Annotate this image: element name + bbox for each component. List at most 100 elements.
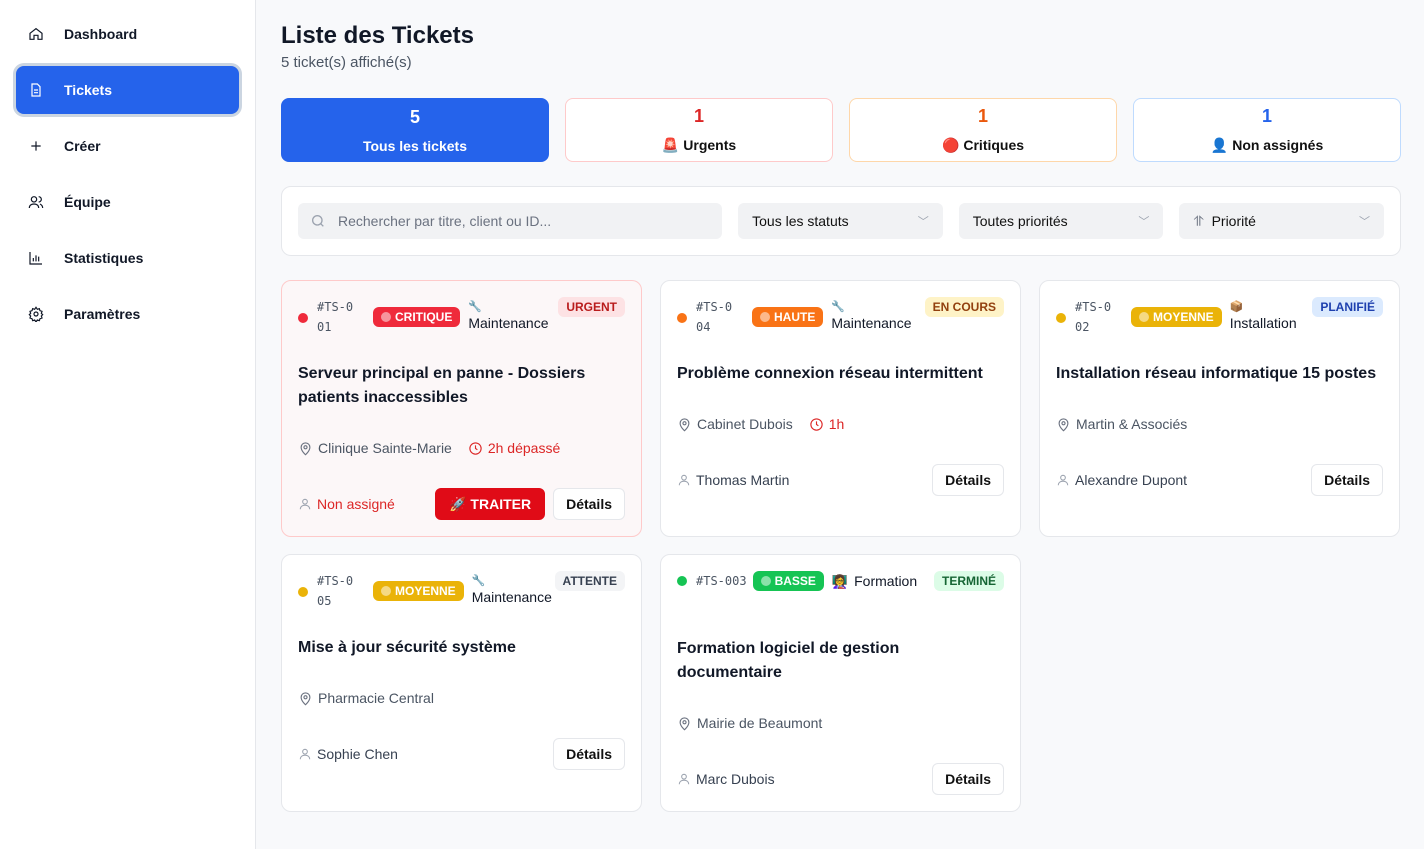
- ticket-footer: Sophie Chen Détails: [298, 738, 625, 770]
- category-icon: 🔧: [471, 575, 486, 587]
- priority-label: BASSE: [774, 574, 816, 588]
- user-icon: [678, 773, 690, 785]
- ticket-title: Serveur principal en panne - Dossiers pa…: [298, 365, 586, 406]
- ticket-header: #TS-004 HAUTE 🔧 Maintenance EN COURS: [677, 297, 1004, 337]
- assignee-name: Thomas Martin: [696, 472, 790, 488]
- priority-filter-select[interactable]: Toutes priorités ﹀: [958, 203, 1164, 239]
- stat-card-critical[interactable]: 1 🔴 Critiques: [849, 98, 1117, 162]
- sidebar-item-paramètres[interactable]: Paramètres: [16, 290, 239, 338]
- ticket-footer: Alexandre Dupont Détails: [1056, 464, 1383, 496]
- search-input[interactable]: Rechercher par titre, client ou ID...: [298, 203, 723, 239]
- client: Martin & Associés: [1056, 416, 1187, 432]
- stat-emoji-icon: 👤: [1210, 137, 1229, 153]
- sidebar-item-label: Équipe: [64, 194, 111, 210]
- priority-badge: CRITIQUE: [373, 307, 461, 327]
- page-title: Liste des Tickets: [281, 22, 474, 49]
- assignee-name: Sophie Chen: [317, 746, 398, 762]
- status-badge: ATTENTE: [554, 571, 625, 591]
- users-icon: [28, 196, 44, 209]
- stats-row: 5 Tous les tickets 1 🚨 Urgents 1 🔴 Critiques 1 👤 N…: [281, 98, 1401, 162]
- status-filter-select[interactable]: Tous les statuts ﹀: [738, 203, 943, 239]
- details-button[interactable]: Détails: [1311, 464, 1383, 496]
- details-button[interactable]: Détails: [553, 738, 625, 770]
- assignee: Alexandre Dupont: [1056, 472, 1311, 488]
- ticket-category: 🔧 Maintenance: [468, 297, 548, 333]
- status-badge: TERMINÉ: [934, 571, 1004, 591]
- priority-circle-icon: [760, 576, 771, 586]
- stat-card-urgent[interactable]: 1 🚨 Urgents: [565, 98, 833, 162]
- ticket-id: #TS-004: [696, 300, 733, 334]
- location-pin-icon: [1058, 417, 1069, 431]
- ticket-category: 👩‍🏫 Formation: [832, 571, 917, 592]
- user-icon: [299, 748, 311, 760]
- category-label: Formation: [854, 572, 918, 589]
- location-pin-icon: [300, 441, 311, 455]
- stat-count: 5: [409, 106, 420, 127]
- status-badge: PLANIFIÉ: [1312, 297, 1383, 317]
- client-name: Pharmacie Central: [318, 690, 434, 706]
- sidebar: Dashboard Tickets Créer Équipe Statistiques P…: [0, 0, 256, 849]
- details-button[interactable]: Détails: [932, 464, 1004, 496]
- sidebar-item-statistiques[interactable]: Statistiques: [16, 234, 239, 282]
- ticket-meta: Cabinet Dubois 1h: [677, 416, 1004, 432]
- ticket-card[interactable]: #TS-004 HAUTE 🔧 Maintenance EN COURS Prob…: [660, 280, 1021, 537]
- sidebar-item-créer[interactable]: Créer: [16, 122, 239, 170]
- filter-bar: Rechercher par titre, client ou ID... To…: [281, 186, 1401, 256]
- priority-circle-icon: [381, 312, 391, 322]
- sidebar-item-équipe[interactable]: Équipe: [16, 178, 239, 226]
- client-name: Cabinet Dubois: [697, 416, 793, 432]
- search-icon: [312, 215, 324, 227]
- status-badge: EN COURS: [924, 297, 1004, 317]
- details-button[interactable]: Détails: [553, 488, 625, 520]
- home-icon: [29, 27, 43, 40]
- ticket-meta: Martin & Associés: [1056, 416, 1383, 432]
- ticket-card[interactable]: #TS-001 CRITIQUE 🔧 Maintenance URGENT Ser…: [281, 280, 642, 537]
- ticket-card[interactable]: #TS-003 BASSE 👩‍🏫 Formation TERMINÉ Forma…: [660, 554, 1021, 812]
- priority-dot: [677, 313, 687, 323]
- client-name: Clinique Sainte-Marie: [318, 440, 452, 456]
- stat-label: Non assignés: [1232, 137, 1324, 153]
- sla-text: 1h: [828, 416, 845, 432]
- client-name: Martin & Associés: [1076, 416, 1188, 432]
- user-icon: [299, 498, 311, 510]
- chevron-down-icon: ﹀: [1138, 216, 1150, 228]
- client: Cabinet Dubois: [677, 416, 793, 432]
- sla: 1h: [809, 416, 845, 432]
- priority-badge: MOYENNE: [373, 581, 464, 601]
- sidebar-item-label: Statistiques: [64, 250, 144, 266]
- priority-filter-value: Toutes priorités: [972, 213, 1068, 229]
- ticket-card[interactable]: #TS-005 MOYENNE 🔧 Maintenance ATTENTE Mis…: [281, 554, 642, 812]
- priority-circle-icon: [760, 312, 770, 322]
- bar-chart-icon: [29, 252, 42, 265]
- sidebar-item-tickets[interactable]: Tickets: [16, 66, 239, 114]
- sort-select[interactable]: ⥣ Priorité ﹀: [1179, 203, 1384, 239]
- priority-badge: HAUTE: [752, 307, 824, 327]
- sidebar-item-label: Paramètres: [64, 306, 141, 322]
- priority-label: CRITIQUE: [395, 310, 453, 324]
- category-icon: 🔧: [468, 301, 483, 313]
- category-label: Maintenance: [471, 589, 552, 605]
- process-button[interactable]: 🚀 TRAITER: [435, 488, 546, 520]
- details-button[interactable]: Détails: [932, 763, 1004, 795]
- sidebar-item-dashboard[interactable]: Dashboard: [16, 10, 239, 58]
- assignee: Sophie Chen: [298, 746, 553, 762]
- ticket-id: #TS-005: [317, 574, 354, 608]
- assignee-name: Non assigné: [317, 496, 395, 512]
- chevron-down-icon: ﹀: [1359, 216, 1370, 228]
- sidebar-item-label: Tickets: [64, 82, 112, 98]
- priority-circle-icon: [1139, 312, 1149, 322]
- user-icon: [678, 474, 690, 486]
- location-pin-icon: [679, 417, 690, 431]
- document-icon: [31, 83, 41, 97]
- category-label: Installation: [1229, 315, 1297, 331]
- ticket-meta: Clinique Sainte-Marie 2h dépassé: [298, 440, 625, 456]
- sla: 2h dépassé: [468, 440, 560, 456]
- ticket-card[interactable]: #TS-002 MOYENNE 📦 Installation PLANIFIÉ I…: [1039, 280, 1400, 537]
- ticket-id: #TS-003: [696, 574, 747, 588]
- client: Mairie de Beaumont: [677, 715, 822, 731]
- category-icon: 📦: [1229, 301, 1244, 313]
- stat-emoji-icon: 🔴: [941, 137, 960, 153]
- stat-card-unassigned[interactable]: 1 👤 Non assignés: [1133, 98, 1401, 162]
- stat-card-all-tickets[interactable]: 5 Tous les tickets: [281, 98, 549, 162]
- ticket-meta: Pharmacie Central: [298, 690, 625, 706]
